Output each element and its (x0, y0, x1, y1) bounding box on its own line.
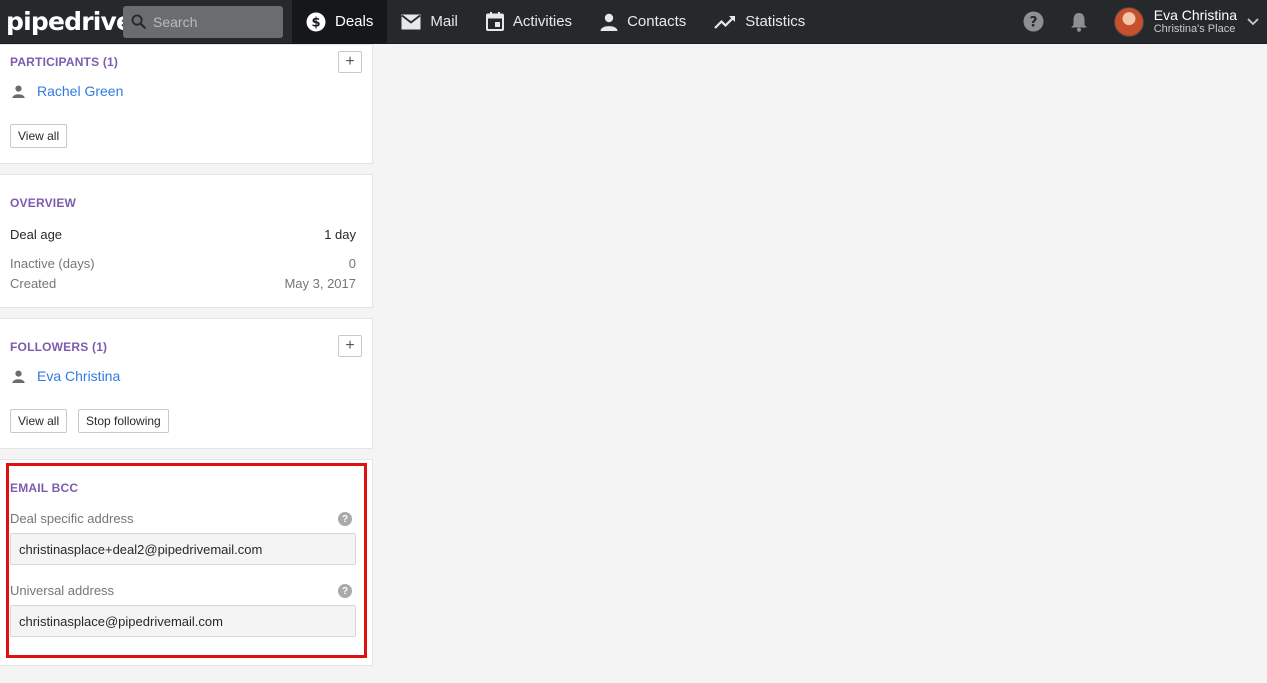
person-icon (12, 85, 25, 98)
person-icon (12, 370, 25, 383)
user-menu[interactable]: Eva Christina Christina's Place (1113, 6, 1259, 37)
participant-row: Rachel Green (12, 83, 123, 99)
user-company: Christina's Place (1153, 23, 1236, 36)
add-participant-button[interactable]: + (338, 51, 362, 73)
created-label: Created (10, 276, 57, 291)
deal-age-row: Deal age 1 day (10, 227, 356, 242)
overview-title: OVERVIEW (10, 196, 77, 210)
nav-contacts[interactable]: Contacts (586, 0, 700, 44)
notifications-button[interactable] (1070, 12, 1088, 32)
search-icon (131, 14, 146, 29)
deal-age-value: 1 day (324, 227, 356, 242)
inactive-row: Inactive (days) 0 (10, 256, 356, 271)
followers-view-all-button[interactable]: View all (10, 409, 68, 433)
user-text: Eva Christina Christina's Place (1153, 6, 1237, 36)
mail-icon (401, 14, 421, 29)
calendar-icon (485, 12, 504, 31)
participants-panel: PARTICIPANTS (1) + Rachel Green View all (0, 44, 373, 164)
user-name: Eva Christina (1153, 6, 1237, 23)
nav-deals[interactable]: $ Deals (292, 0, 388, 44)
search-input[interactable] (153, 13, 273, 30)
overview-panel: OVERVIEW Deal age 1 day Inactive (days) … (0, 174, 373, 308)
nav-deals-label: Deals (335, 13, 374, 30)
deal-address-field[interactable] (10, 533, 356, 565)
created-value: May 3, 2017 (284, 276, 356, 291)
nav-contacts-label: Contacts (627, 13, 687, 30)
plus-icon: + (345, 53, 355, 70)
followers-panel: FOLLOWERS (1) + Eva Christina View all S… (0, 318, 373, 449)
deal-age-label: Deal age (10, 227, 63, 242)
person-icon (600, 13, 618, 31)
nav-statistics-label: Statistics (745, 13, 806, 30)
participants-title: PARTICIPANTS (1) (10, 55, 119, 69)
deal-address-help-icon[interactable]: ? (338, 512, 352, 526)
stop-following-button[interactable]: Stop following (78, 409, 169, 433)
created-row: Created May 3, 2017 (10, 276, 356, 291)
nav-right-group: ? Eva Christina Christina's Place (1023, 0, 1267, 44)
participants-view-all-button[interactable]: View all (10, 124, 68, 148)
bell-icon (1070, 12, 1087, 32)
top-navigation-bar: pipedrive $ Deals Mail (0, 0, 1267, 44)
nav-mail[interactable]: Mail (387, 0, 472, 44)
nav-statistics[interactable]: Statistics (700, 0, 819, 44)
participant-link[interactable]: Rachel Green (37, 83, 123, 99)
search-box[interactable] (123, 5, 283, 38)
main-nav: $ Deals Mail Activities Contacts Statist… (292, 0, 819, 44)
plus-icon: + (345, 337, 355, 354)
follower-row: Eva Christina (12, 368, 120, 384)
nav-activities[interactable]: Activities (472, 0, 586, 44)
follower-link[interactable]: Eva Christina (37, 368, 120, 384)
followers-title: FOLLOWERS (1) (10, 340, 108, 354)
inactive-label: Inactive (days) (10, 256, 95, 271)
pipedrive-logo[interactable]: pipedrive (0, 0, 133, 44)
email-bcc-panel: EMAIL BCC Deal specific address ? Univer… (0, 459, 373, 666)
deal-address-label: Deal specific address (10, 511, 134, 526)
svg-text:?: ? (1029, 15, 1037, 31)
svg-text:$: $ (311, 15, 320, 30)
trend-icon (714, 15, 736, 29)
universal-address-field[interactable] (10, 605, 356, 637)
add-follower-button[interactable]: + (338, 335, 362, 357)
email-bcc-title: EMAIL BCC (10, 481, 79, 495)
dollar-icon: $ (306, 12, 326, 31)
inactive-value: 0 (348, 256, 356, 271)
universal-address-help-icon[interactable]: ? (338, 584, 352, 598)
nav-mail-label: Mail (430, 13, 458, 30)
help-button[interactable]: ? (1023, 11, 1044, 32)
nav-activities-label: Activities (512, 13, 573, 30)
help-icon: ? (1023, 11, 1044, 32)
universal-address-label: Universal address (10, 583, 115, 598)
chevron-down-icon (1247, 17, 1259, 25)
avatar (1113, 6, 1144, 37)
